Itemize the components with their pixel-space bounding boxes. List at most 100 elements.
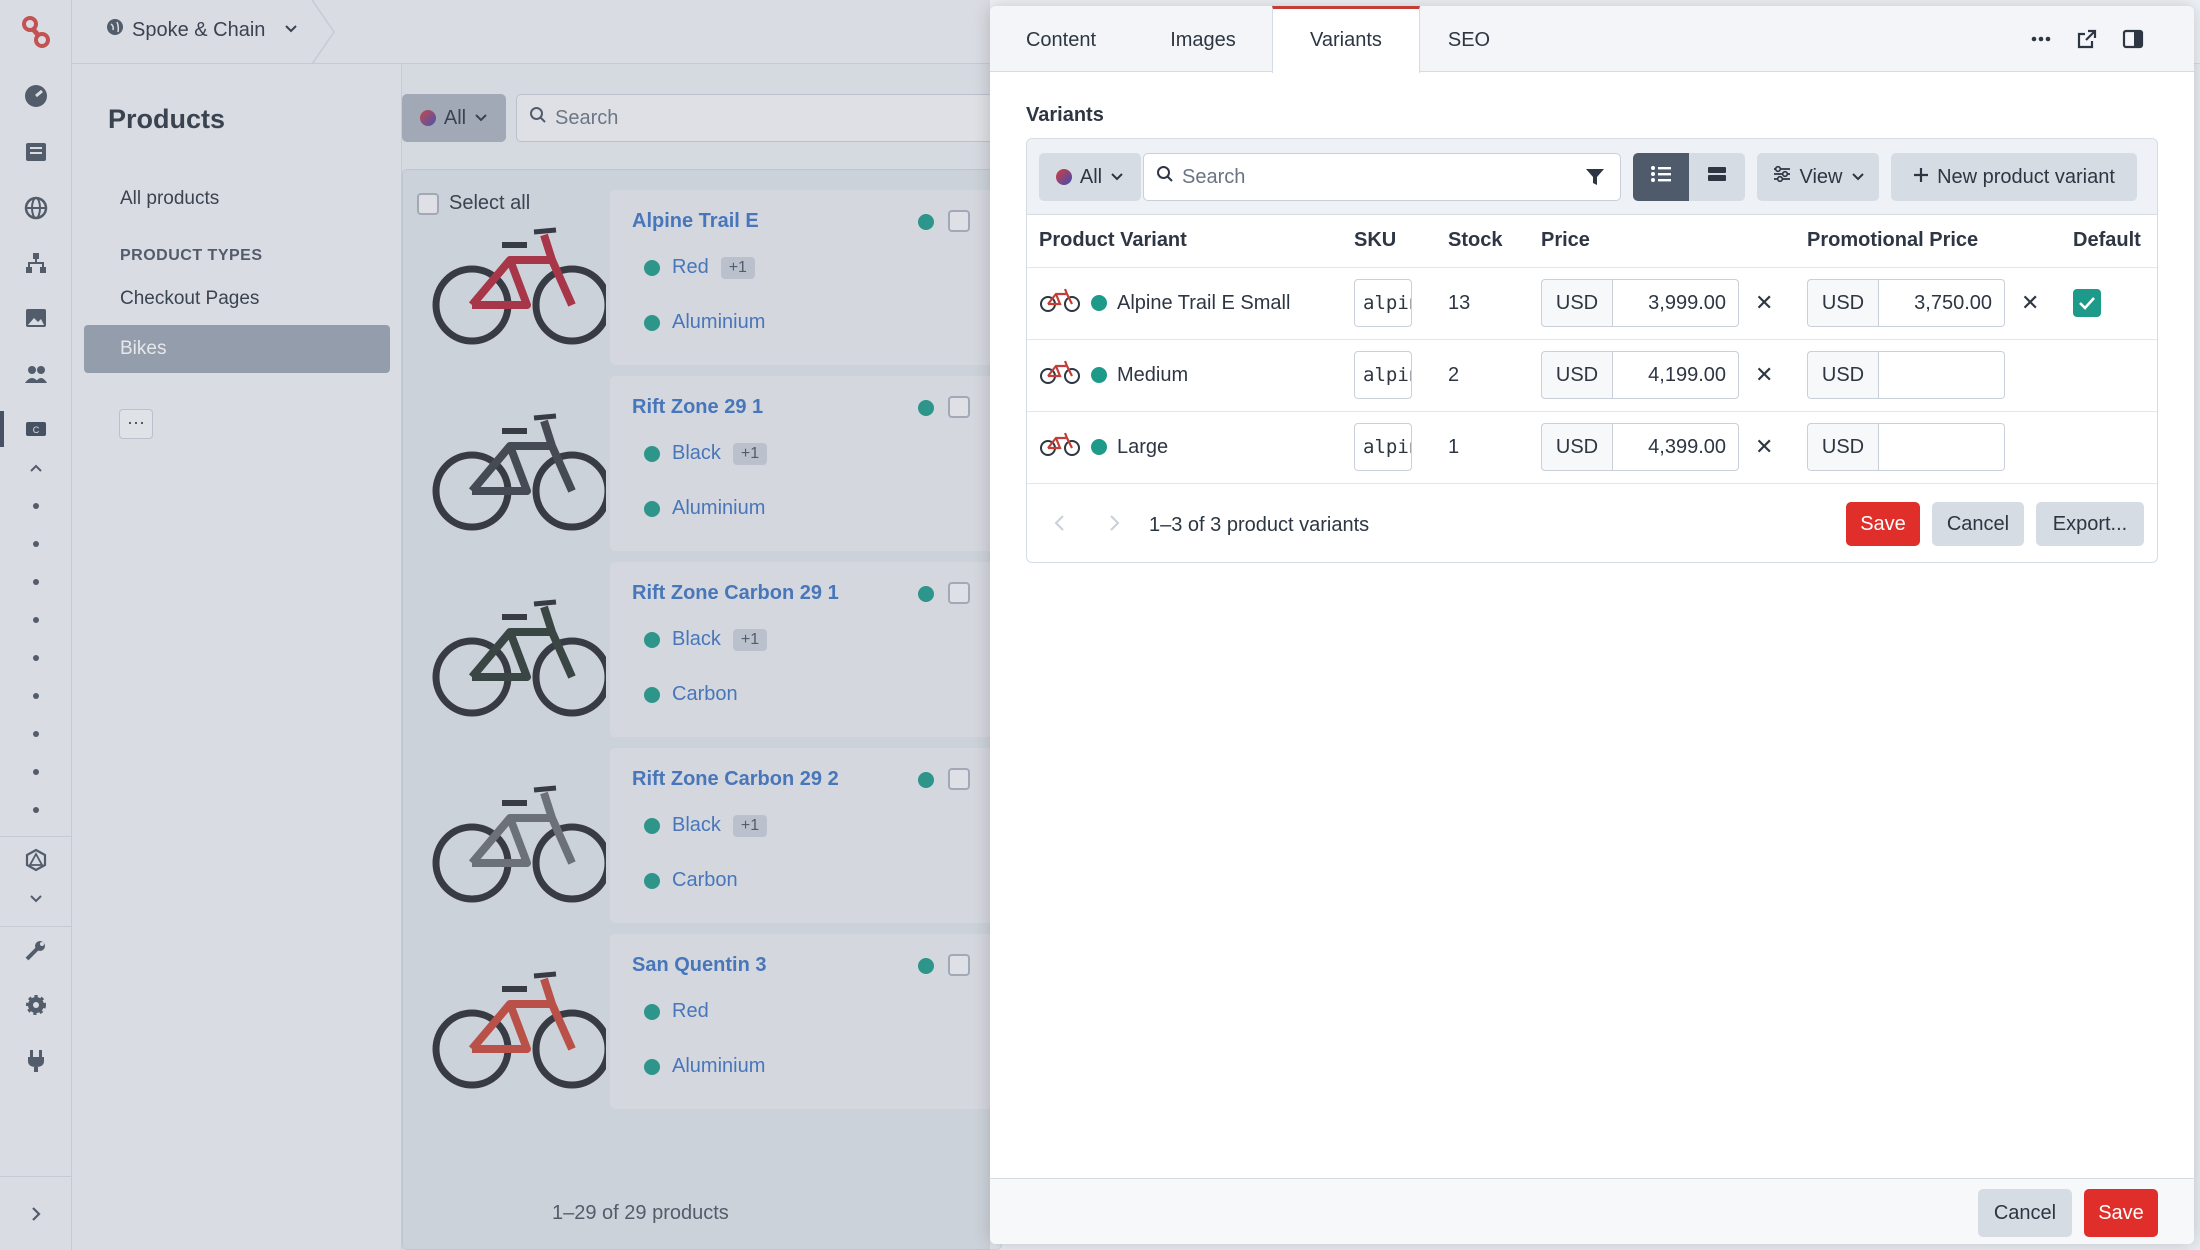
- clear-price-icon[interactable]: ✕: [1755, 290, 1773, 316]
- sku-input[interactable]: alpine-trail-e-large: [1354, 423, 1412, 471]
- table-row[interactable]: Largealpine-trail-e-large1USD4,399.00✕US…: [1027, 411, 2157, 484]
- chevron-down-icon[interactable]: [18, 880, 54, 916]
- sku-input[interactable]: alpine-trail-e-small: [1354, 279, 1412, 327]
- graphql-icon[interactable]: [18, 842, 54, 878]
- logo-icon[interactable]: [18, 14, 54, 50]
- next-page-icon[interactable]: [1107, 513, 1121, 539]
- view-options-button[interactable]: View: [1757, 153, 1879, 201]
- plug-icon[interactable]: [18, 1042, 54, 1078]
- variants-cancel-button[interactable]: Cancel: [1932, 502, 2024, 546]
- table-row[interactable]: Alpine Trail E Small alpine-trail-e-small…: [1027, 267, 2157, 340]
- product-card[interactable]: Rift Zone 29 1 Black +1 Aluminium: [432, 376, 1002, 551]
- column-header[interactable]: Price: [1529, 215, 1795, 268]
- promo-price-input[interactable]: 3,750.00: [1879, 279, 2005, 327]
- external-link-icon[interactable]: [2074, 26, 2100, 52]
- product-material[interactable]: Aluminium: [672, 311, 765, 334]
- product-checkbox[interactable]: [948, 954, 970, 976]
- stock-cell[interactable]: 1: [1436, 411, 1529, 484]
- variant-name[interactable]: Large: [1117, 436, 1168, 459]
- locale-filter-button[interactable]: All: [1039, 153, 1141, 201]
- variant-name[interactable]: Alpine Trail E Small: [1117, 292, 1290, 315]
- chevron-up-icon[interactable]: [18, 450, 54, 486]
- clear-promo-price-icon[interactable]: ✕: [2021, 290, 2039, 316]
- column-header[interactable]: SKU: [1342, 215, 1436, 268]
- rail-dot[interactable]: [33, 807, 39, 813]
- rail-dot[interactable]: [33, 731, 39, 737]
- dashboard-icon[interactable]: [18, 78, 54, 114]
- column-header[interactable]: Default: [2061, 215, 2157, 268]
- variant-search-input[interactable]: Search: [1143, 153, 1621, 201]
- more-button[interactable]: ···: [119, 409, 153, 439]
- product-card[interactable]: Rift Zone Carbon 29 1 Black +1 Carbon: [432, 562, 1002, 737]
- filter-icon[interactable]: [1584, 166, 1606, 194]
- product-material[interactable]: Carbon: [672, 869, 738, 892]
- product-name[interactable]: Rift Zone Carbon 29 1: [632, 582, 839, 605]
- variants-save-button[interactable]: Save: [1846, 502, 1920, 546]
- globe-icon[interactable]: [18, 190, 54, 226]
- prev-page-icon[interactable]: [1053, 513, 1067, 539]
- product-name[interactable]: Rift Zone Carbon 29 2: [632, 768, 839, 791]
- panel-toggle-icon[interactable]: [2120, 26, 2146, 52]
- content-icon[interactable]: [18, 134, 54, 170]
- price-input[interactable]: 4,199.00: [1613, 351, 1739, 399]
- export-button[interactable]: Export...: [2036, 502, 2144, 546]
- product-card[interactable]: Alpine Trail E Red +1 Aluminium: [432, 190, 1002, 365]
- product-color[interactable]: Red: [672, 1000, 709, 1023]
- new-product-variant-button[interactable]: New product variant: [1891, 153, 2137, 201]
- product-checkbox[interactable]: [948, 396, 970, 418]
- price-input[interactable]: 4,399.00: [1613, 423, 1739, 471]
- promo-price-input[interactable]: [1879, 423, 2005, 471]
- table-row[interactable]: Mediumalpine-trail-e-medium2USD4,199.00✕…: [1027, 339, 2157, 412]
- product-name[interactable]: San Quentin 3: [632, 954, 766, 977]
- product-color[interactable]: Red: [672, 256, 709, 279]
- stock-cell[interactable]: 2: [1436, 339, 1529, 412]
- promo-currency-select[interactable]: USD: [1807, 423, 1879, 471]
- rail-dot[interactable]: [33, 617, 39, 623]
- image-icon[interactable]: [18, 300, 54, 336]
- product-color[interactable]: Black: [672, 628, 721, 651]
- sku-input[interactable]: alpine-trail-e-medium: [1354, 351, 1412, 399]
- product-color[interactable]: Black: [672, 814, 721, 837]
- clear-price-icon[interactable]: ✕: [1755, 362, 1773, 388]
- product-card[interactable]: Rift Zone Carbon 29 2 Black +1 Carbon: [432, 748, 1002, 923]
- price-currency-select[interactable]: USD: [1541, 279, 1613, 327]
- rail-dot[interactable]: [33, 769, 39, 775]
- product-name[interactable]: Alpine Trail E: [632, 210, 759, 233]
- product-search-input[interactable]: Search: [516, 94, 1016, 142]
- price-currency-select[interactable]: USD: [1541, 423, 1613, 471]
- variant-name[interactable]: Medium: [1117, 364, 1188, 387]
- product-material[interactable]: Carbon: [672, 683, 738, 706]
- stock-cell[interactable]: 13: [1436, 267, 1529, 340]
- locale-filter-button[interactable]: All: [402, 94, 506, 142]
- tab-images[interactable]: Images: [1132, 6, 1274, 72]
- price-currency-select[interactable]: USD: [1541, 351, 1613, 399]
- column-header[interactable]: Product Variant: [1027, 215, 1342, 268]
- wrench-icon[interactable]: [18, 932, 54, 968]
- rail-dot[interactable]: [33, 503, 39, 509]
- promo-currency-select[interactable]: USD: [1807, 351, 1879, 399]
- clear-price-icon[interactable]: ✕: [1755, 434, 1773, 460]
- tab-content[interactable]: Content: [990, 6, 1132, 72]
- commerce-icon[interactable]: C: [18, 411, 54, 447]
- sitemap-icon[interactable]: [18, 245, 54, 281]
- price-input[interactable]: 3,999.00: [1613, 279, 1739, 327]
- drawer-save-button[interactable]: Save: [2084, 1189, 2158, 1237]
- rail-dot[interactable]: [33, 655, 39, 661]
- product-material[interactable]: Aluminium: [672, 497, 765, 520]
- list-view-button[interactable]: [1633, 153, 1689, 201]
- rail-dot[interactable]: [33, 541, 39, 547]
- column-header[interactable]: Promotional Price: [1795, 215, 2061, 268]
- product-checkbox[interactable]: [948, 210, 970, 232]
- promo-price-input[interactable]: [1879, 351, 2005, 399]
- rail-dot[interactable]: [33, 693, 39, 699]
- promo-currency-select[interactable]: USD: [1807, 279, 1879, 327]
- expand-rail-icon[interactable]: [18, 1196, 54, 1232]
- tab-seo[interactable]: SEO: [1420, 6, 1518, 72]
- product-checkbox[interactable]: [948, 768, 970, 790]
- default-checkbox-checked[interactable]: [2073, 289, 2101, 317]
- product-material[interactable]: Aluminium: [672, 1055, 765, 1078]
- nav-item-checkout-pages[interactable]: Checkout Pages: [84, 275, 390, 323]
- nav-item-bikes[interactable]: Bikes: [84, 325, 390, 373]
- product-color[interactable]: Black: [672, 442, 721, 465]
- product-card[interactable]: San Quentin 3 Red Aluminium: [432, 934, 1002, 1109]
